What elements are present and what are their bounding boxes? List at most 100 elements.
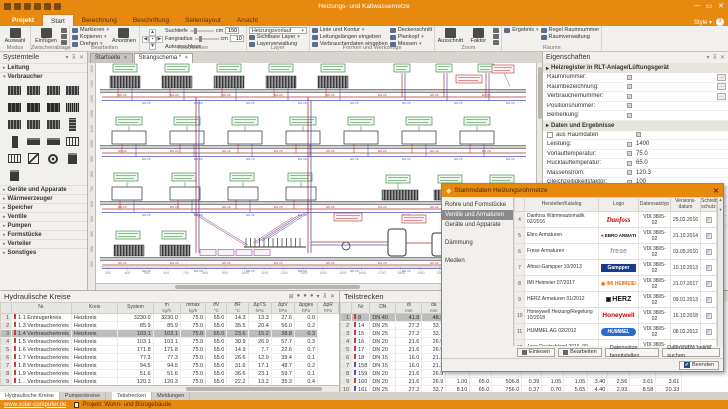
- close-icon[interactable]: ✕: [79, 54, 84, 61]
- sidebar-section-wärmeerzeuger[interactable]: ▸Wärmeerzeuger: [0, 194, 87, 203]
- hk-horizontal-scrollbar[interactable]: [0, 385, 339, 392]
- datensaetze-online-suchen-button[interactable]: Datensätze online suchen: [662, 348, 720, 357]
- ribbon-tab-berechnung[interactable]: Berechnung: [74, 14, 125, 26]
- schreibschutz-checkbox[interactable]: ✓: [706, 329, 712, 335]
- checkbox[interactable]: ✓: [627, 113, 632, 118]
- faktor-button[interactable]: Faktor: [465, 27, 491, 45]
- symbol-cell[interactable]: [64, 118, 81, 131]
- table-row[interactable]: 61.7 VerbraucherkreisHeizkreis77.377.375…: [1, 354, 339, 362]
- panel-menu-icon[interactable]: ▾: [707, 54, 710, 61]
- column-header[interactable]: dimm: [396, 303, 422, 314]
- column-header[interactable]: ϑR°C: [227, 303, 248, 314]
- close-icon[interactable]: ✕: [330, 293, 335, 300]
- hersteller-katalog-table[interactable]: Hersteller/KatalogLogoDatensatztypVersio…: [514, 197, 717, 346]
- column-header[interactable]: ΔpgeshPa: [294, 303, 317, 314]
- more-button[interactable]: …: [717, 93, 726, 100]
- plankopf-button[interactable]: Plankopf▾: [390, 34, 433, 40]
- symbol-cell[interactable]: [45, 84, 62, 97]
- dialog-nav-medien[interactable]: Medien: [442, 256, 513, 266]
- dialog-column-header[interactable]: Hersteller/Katalog: [525, 198, 599, 212]
- datensaetze-bereitstellen-button[interactable]: Datensätze bereitstellen: [605, 348, 660, 357]
- close-icon[interactable]: ✕: [720, 54, 725, 61]
- fangradius-slider[interactable]: [195, 38, 219, 40]
- minimize-icon[interactable]: ─: [695, 0, 700, 13]
- symbol-cell[interactable]: [6, 118, 23, 131]
- ribbon-tab-ansicht[interactable]: Ansicht: [229, 14, 266, 26]
- symbol-cell[interactable]: [25, 152, 42, 165]
- schreibschutz-checkbox[interactable]: ✓: [706, 249, 712, 255]
- dialog-nav-dämmung[interactable]: Dämmung: [442, 238, 513, 248]
- sidebar-section-leitung[interactable]: ▸Leitung: [0, 63, 87, 72]
- suchtiefe-slider[interactable]: [190, 30, 214, 32]
- catalog-row[interactable]: 5Ebro ArmaturenEBRO ARMATURENVDI 3805-02…: [515, 228, 717, 244]
- sidebar-section-speicher[interactable]: ▸Speicher: [0, 203, 87, 212]
- dialog-vertical-scrollbar[interactable]: ▲▼: [717, 197, 723, 346]
- ribbon-tab-start[interactable]: Start: [42, 14, 74, 26]
- bottom-tab-pumpenkreise[interactable]: Pumpenkreise: [60, 392, 106, 400]
- dialog-column-header[interactable]: Datensatztyp: [639, 198, 671, 212]
- close-icon[interactable]: ✕: [718, 0, 724, 13]
- symbol-cell[interactable]: [6, 169, 23, 182]
- table-row[interactable]: 41.5 VerbraucherkreisHeizkreis103.1103.1…: [1, 338, 339, 346]
- table-row[interactable]: 9160DN 2021.626.91.0065.0506.80.391.051.…: [341, 378, 682, 386]
- sichtbare-layer-button[interactable]: Sichtbare Layer▾: [249, 34, 307, 40]
- style-selector[interactable]: Style ▾: [694, 19, 712, 26]
- bottom-tab-hydraulische-kreise[interactable]: Hydraulische Kreise: [0, 392, 60, 400]
- sidebar-section-geräte-und-apparate[interactable]: ▸Geräte und Apparate: [0, 185, 87, 194]
- column-header[interactable]: Kreis: [71, 303, 118, 314]
- nudge-button[interactable]: ▪: [149, 36, 156, 43]
- document-tab-strangschema[interactable]: Strangschema *✕: [134, 53, 194, 63]
- property-value[interactable]: 75.0: [636, 151, 728, 157]
- ausschnitt-button[interactable]: Ausschnitt: [437, 27, 463, 45]
- symbol-cell[interactable]: [64, 152, 81, 165]
- column-header[interactable]: Nr: [352, 303, 370, 314]
- checkbox[interactable]: ✓: [627, 103, 632, 108]
- symbol-cell[interactable]: [45, 152, 62, 165]
- einfügen-button[interactable]: Einfügen: [33, 27, 59, 45]
- ribbon-tab-beschriftung[interactable]: Beschriftung: [125, 14, 177, 26]
- catalog-row[interactable]: 8IMI Heimeier 07/2017IMI HEIMEIERVDI 380…: [515, 276, 717, 292]
- catalog-row[interactable]: 10Honeywell Heizung/Regelung 10/2018Hone…: [515, 308, 717, 324]
- sidebar-section-sonstiges[interactable]: ▸Sonstiges: [0, 248, 87, 257]
- symbol-cell[interactable]: [6, 135, 23, 148]
- symbol-cell[interactable]: [25, 118, 42, 131]
- panel-menu-icon[interactable]: ▾: [317, 293, 320, 300]
- symbol-cell[interactable]: [25, 135, 42, 148]
- symbol-cell[interactable]: [45, 118, 62, 131]
- bottom-tab-meldungen[interactable]: Meldungen: [152, 392, 190, 400]
- checkbox[interactable]: ✓: [627, 84, 632, 89]
- checkbox[interactable]: [547, 132, 553, 138]
- cut-icon[interactable]: [61, 28, 67, 33]
- bottom-tab-teilstrecken[interactable]: Teilstrecken: [112, 392, 152, 400]
- dialog-column-header[interactable]: Versions-datum: [671, 198, 701, 212]
- column-header[interactable]: ΔpVhPa: [271, 303, 294, 314]
- schreibschutz-checkbox[interactable]: ✓: [706, 265, 712, 271]
- schreibschutz-checkbox[interactable]: ✓: [706, 313, 712, 319]
- sidebar-section-verteiler[interactable]: ▸Verteiler: [0, 239, 87, 248]
- schreibschutz-checkbox[interactable]: ✓: [706, 217, 712, 223]
- dialog-nav-ventile-und-armaturen[interactable]: Ventile und Armaturen: [442, 210, 513, 220]
- symbol-cell[interactable]: [64, 135, 81, 148]
- pin-icon[interactable]: ⊼: [323, 293, 327, 300]
- leitungslängen-eingeben-button[interactable]: Leitungslängen eingeben: [312, 34, 388, 40]
- table-row[interactable]: 71.8 VerbraucherkreisHeizkreis94.594.575…: [1, 362, 339, 370]
- more-button[interactable]: …: [717, 74, 726, 81]
- layer-select[interactable]: Heizungsvorlauf▾: [249, 27, 307, 34]
- schreibschutz-checkbox[interactable]: ✓: [706, 233, 712, 239]
- quick-access-icon[interactable]: [34, 3, 41, 10]
- property-value[interactable]: 120.3: [636, 170, 728, 176]
- heizungsvorlauf-button[interactable]: Heizungsvorlauf▾: [249, 27, 307, 33]
- column-header[interactable]: mmaxkg/h: [180, 303, 205, 314]
- schreibschutz-checkbox[interactable]: ✓: [706, 297, 712, 303]
- raumverwaltung-button[interactable]: Raumverwaltung: [541, 34, 600, 40]
- property-section[interactable]: ▸Daten und Ergebnisse: [543, 121, 728, 131]
- dialog-titlebar[interactable]: ◆ Stammdaten Heizungsrohrnetze ✕: [442, 184, 723, 197]
- fangradius-input[interactable]: [230, 35, 244, 42]
- checkbox[interactable]: ✓: [627, 75, 632, 80]
- symbol-cell[interactable]: [6, 152, 23, 165]
- regel-raumnummer-button[interactable]: Regel Raumnummer: [541, 27, 600, 33]
- export-icon[interactable]: ⊞: [289, 293, 294, 300]
- dialog-column-header[interactable]: Schreib-schutz: [701, 198, 717, 212]
- column-header[interactable]: System: [118, 303, 153, 314]
- property-value[interactable]: 65.0: [636, 160, 728, 166]
